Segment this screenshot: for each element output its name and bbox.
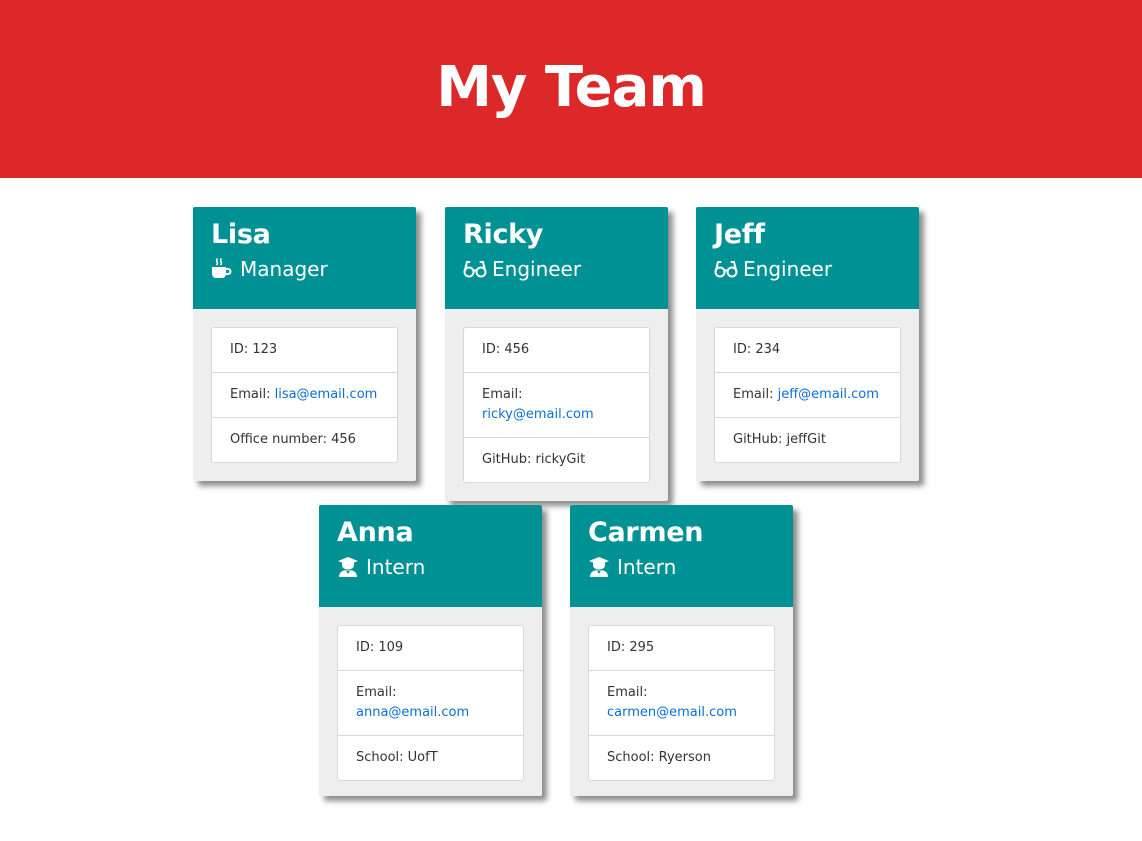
graduate-icon <box>337 556 361 578</box>
employee-name: Jeff <box>714 219 765 250</box>
card-header: Lisa Manager <box>193 207 416 309</box>
employee-card-ricky: Ricky Engineer ID: 456 Email: ricky@emai… <box>445 207 668 501</box>
employee-role: Manager <box>211 257 398 281</box>
employee-role-label: Manager <box>240 257 328 281</box>
details-list: ID: 234 Email: jeff@email.com GitHub: je… <box>714 327 901 463</box>
card-header: Carmen Intern <box>570 505 793 607</box>
email-label: Email: <box>482 387 523 402</box>
details-list: ID: 109 Email: anna@email.com School: Uo… <box>337 625 524 781</box>
details-list: ID: 456 Email: ricky@email.com GitHub: r… <box>463 327 650 483</box>
email-label: Email: <box>733 387 774 402</box>
employee-card-lisa: Lisa Manager ID: 123 Email: lisa@email.c… <box>193 207 416 481</box>
email-item: Email: jeff@email.com <box>715 373 900 418</box>
employee-card-anna: Anna Intern ID: 109 Email: anna@email.co… <box>319 505 542 796</box>
email-item: Email: ricky@email.com <box>464 373 649 438</box>
glasses-icon <box>714 258 738 280</box>
card-body: ID: 109 Email: anna@email.com School: Uo… <box>319 607 542 799</box>
employee-name: Ricky <box>463 219 544 250</box>
employee-role-label: Intern <box>366 555 426 579</box>
employee-role: Intern <box>337 555 524 579</box>
github-item: GitHub: jeffGit <box>733 432 826 447</box>
id-item: ID: 295 <box>589 626 774 671</box>
employee-card-jeff: Jeff Engineer ID: 234 Email: jeff@email.… <box>696 207 919 481</box>
employee-role: Intern <box>588 555 775 579</box>
graduate-icon <box>588 556 612 578</box>
employee-role-label: Intern <box>617 555 677 579</box>
email-link[interactable]: anna@email.com <box>356 705 469 720</box>
email-link[interactable]: carmen@email.com <box>607 705 737 720</box>
details-list: ID: 123 Email: lisa@email.com Office num… <box>211 327 398 463</box>
id-item: ID: 456 <box>464 328 649 373</box>
email-label: Email: <box>356 685 397 700</box>
card-body: ID: 234 Email: jeff@email.com GitHub: je… <box>696 309 919 481</box>
email-label: Email: <box>230 387 271 402</box>
card-header: Anna Intern <box>319 505 542 607</box>
email-item: Email: anna@email.com <box>338 671 523 736</box>
page-title: My Team <box>436 54 707 120</box>
employee-name: Lisa <box>211 219 271 250</box>
page-header: My Team <box>0 0 1142 178</box>
card-body: ID: 123 Email: lisa@email.com Office num… <box>193 309 416 481</box>
email-item: Email: carmen@email.com <box>589 671 774 736</box>
employee-name: Anna <box>337 517 414 548</box>
details-list: ID: 295 Email: carmen@email.com School: … <box>588 625 775 781</box>
github-item: GitHub: rickyGit <box>482 452 586 467</box>
id-item: ID: 123 <box>212 328 397 373</box>
id-item: ID: 109 <box>338 626 523 671</box>
card-header: Ricky Engineer <box>445 207 668 309</box>
school-item: School: UofT <box>356 750 438 765</box>
employee-name: Carmen <box>588 517 704 548</box>
employee-role-label: Engineer <box>743 257 833 281</box>
email-item: Email: lisa@email.com <box>212 373 397 418</box>
card-body: ID: 456 Email: ricky@email.com GitHub: r… <box>445 309 668 501</box>
email-link[interactable]: ricky@email.com <box>482 407 594 422</box>
employee-card-carmen: Carmen Intern ID: 295 Email: carmen@emai… <box>570 505 793 796</box>
employee-role-label: Engineer <box>492 257 582 281</box>
school-item: School: Ryerson <box>607 750 711 765</box>
glasses-icon <box>463 258 487 280</box>
coffee-icon <box>211 258 235 280</box>
card-body: ID: 295 Email: carmen@email.com School: … <box>570 607 793 799</box>
employee-role: Engineer <box>463 257 650 281</box>
employee-role: Engineer <box>714 257 901 281</box>
office-number-item: Office number: 456 <box>230 432 356 447</box>
card-header: Jeff Engineer <box>696 207 919 309</box>
email-link[interactable]: lisa@email.com <box>275 387 378 402</box>
id-item: ID: 234 <box>715 328 900 373</box>
email-label: Email: <box>607 685 648 700</box>
email-link[interactable]: jeff@email.com <box>778 387 879 402</box>
